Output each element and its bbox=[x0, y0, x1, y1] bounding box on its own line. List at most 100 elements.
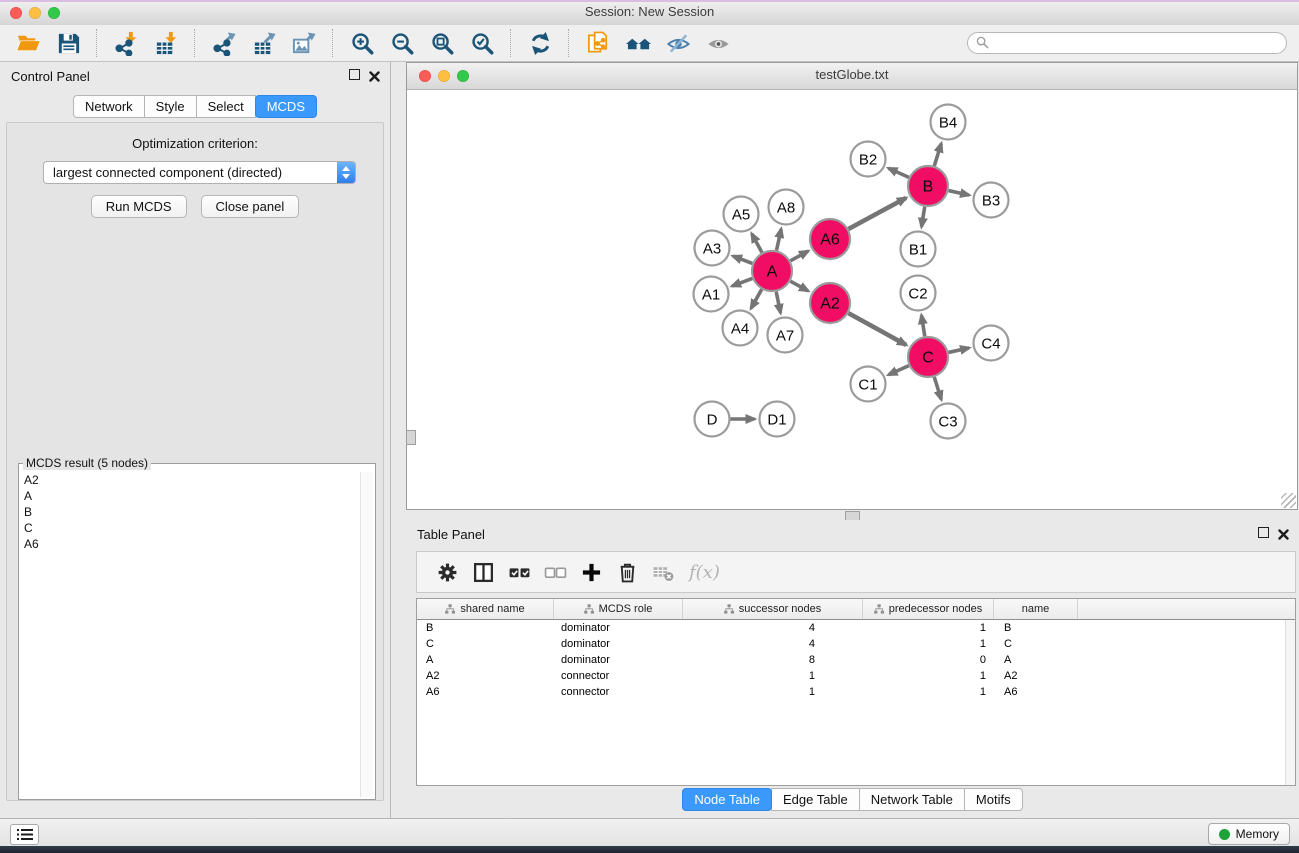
zoom-out-icon[interactable] bbox=[387, 29, 417, 57]
hide-details-icon[interactable] bbox=[663, 29, 693, 57]
refresh-icon[interactable] bbox=[525, 29, 555, 57]
network-canvas[interactable]: B4B2BB3A8A5A6A3B1AC2A1A2A4A7C4CC1DD1C3 bbox=[407, 90, 1297, 509]
zoom-in-icon[interactable] bbox=[347, 29, 377, 57]
zoom-selected-icon[interactable] bbox=[467, 29, 497, 57]
graph-node-A2[interactable] bbox=[810, 283, 850, 323]
tab-style[interactable]: Style bbox=[144, 95, 197, 118]
export-image-icon[interactable] bbox=[289, 29, 319, 57]
graph-node-A6[interactable] bbox=[810, 219, 850, 259]
tab-network[interactable]: Network bbox=[73, 95, 145, 118]
table-row[interactable]: Adominator80A bbox=[417, 652, 1295, 668]
graph-edge-A-A3[interactable] bbox=[733, 256, 752, 263]
graph-node-B1[interactable] bbox=[901, 232, 936, 267]
graph-node-C1[interactable] bbox=[851, 367, 886, 402]
function-builder-icon[interactable]: f(x) bbox=[689, 562, 720, 583]
tab-edge-table[interactable]: Edge Table bbox=[771, 788, 860, 811]
graph-edge-C-C4[interactable] bbox=[948, 348, 969, 353]
run-mcds-button[interactable]: Run MCDS bbox=[91, 195, 187, 218]
result-list-scrollbar[interactable] bbox=[360, 472, 373, 797]
tab-motifs[interactable]: Motifs bbox=[964, 788, 1023, 811]
criterion-select[interactable]: largest connected component (directed) bbox=[43, 161, 356, 184]
graph-node-B4[interactable] bbox=[931, 105, 966, 140]
graph-edge-B-B2[interactable] bbox=[889, 168, 909, 177]
graph-node-B2[interactable] bbox=[851, 142, 886, 177]
export-table-icon[interactable] bbox=[249, 29, 279, 57]
graph-edge-A-A2[interactable] bbox=[790, 281, 808, 291]
column-header-MCDS-role[interactable]: MCDS role bbox=[554, 599, 683, 619]
zoom-fit-icon[interactable] bbox=[427, 29, 457, 57]
show-details-icon[interactable] bbox=[703, 29, 733, 57]
column-header-successor-nodes[interactable]: successor nodes bbox=[683, 599, 863, 619]
memory-button[interactable]: Memory bbox=[1208, 823, 1290, 845]
tab-mcds[interactable]: MCDS bbox=[255, 95, 317, 118]
select-all-icon[interactable] bbox=[501, 557, 537, 587]
table-row[interactable]: Bdominator41B bbox=[417, 620, 1295, 636]
tab-network-table[interactable]: Network Table bbox=[859, 788, 965, 811]
column-header-predecessor-nodes[interactable]: predecessor nodes bbox=[863, 599, 994, 619]
canvas-left-splitter-handle[interactable] bbox=[406, 430, 416, 445]
home-icon[interactable] bbox=[623, 29, 653, 57]
graph-edge-B-B1[interactable] bbox=[922, 207, 925, 227]
graph-node-C2[interactable] bbox=[901, 276, 936, 311]
graph-node-C3[interactable] bbox=[931, 404, 966, 439]
graph-edge-C-C2[interactable] bbox=[921, 315, 924, 336]
table-row[interactable]: A2connector11A2 bbox=[417, 668, 1295, 684]
import-network-icon[interactable] bbox=[111, 29, 141, 57]
graph-edge-A-A5[interactable] bbox=[752, 234, 762, 253]
settings-icon[interactable] bbox=[429, 557, 465, 587]
tab-node-table[interactable]: Node Table bbox=[682, 788, 772, 811]
graph-node-B[interactable] bbox=[908, 166, 948, 206]
table-row[interactable]: Cdominator41C bbox=[417, 636, 1295, 652]
save-session-icon[interactable] bbox=[53, 29, 83, 57]
duplicate-network-icon[interactable] bbox=[583, 29, 613, 57]
graph-node-D[interactable] bbox=[695, 402, 730, 437]
graph-edge-B-B3[interactable] bbox=[948, 191, 969, 196]
float-table-panel-icon[interactable] bbox=[1258, 527, 1269, 538]
result-item[interactable]: A bbox=[21, 488, 360, 504]
graph-node-A4[interactable] bbox=[723, 311, 758, 346]
graph-edge-C-C3[interactable] bbox=[934, 377, 941, 399]
graph-edge-A2-C[interactable] bbox=[848, 313, 906, 345]
tab-select[interactable]: Select bbox=[196, 95, 256, 118]
table-row[interactable]: A6connector11A6 bbox=[417, 684, 1295, 700]
window-resize-grip[interactable] bbox=[1281, 493, 1296, 508]
column-header-name[interactable]: name bbox=[994, 599, 1078, 619]
graph-node-C[interactable] bbox=[908, 337, 948, 377]
column-header-shared-name[interactable]: shared name bbox=[417, 599, 554, 619]
graph-node-D1[interactable] bbox=[760, 402, 795, 437]
graph-node-A3[interactable] bbox=[695, 231, 730, 266]
table-scrollbar[interactable] bbox=[1285, 620, 1295, 785]
deselect-all-icon[interactable] bbox=[537, 557, 573, 587]
graph-edge-B-B4[interactable] bbox=[934, 143, 941, 165]
graph-node-A8[interactable] bbox=[769, 190, 804, 225]
task-history-button[interactable] bbox=[10, 824, 39, 845]
graph-node-C4[interactable] bbox=[974, 326, 1009, 361]
graph-edge-C-C1[interactable] bbox=[889, 366, 909, 375]
export-network-icon[interactable] bbox=[209, 29, 239, 57]
graph-edge-A-A7[interactable] bbox=[776, 292, 780, 313]
network-window-titlebar[interactable]: testGlobe.txt bbox=[407, 63, 1297, 90]
graph-node-B3[interactable] bbox=[974, 183, 1009, 218]
graph-node-A1[interactable] bbox=[694, 277, 729, 312]
show-columns-icon[interactable] bbox=[465, 557, 501, 587]
close-panel-button[interactable]: Close panel bbox=[201, 195, 300, 218]
delete-row-icon[interactable] bbox=[609, 557, 645, 587]
graph-edge-A-A8[interactable] bbox=[776, 229, 781, 251]
graph-node-A7[interactable] bbox=[768, 318, 803, 353]
result-item[interactable]: B bbox=[21, 504, 360, 520]
graph-node-A[interactable] bbox=[752, 251, 792, 291]
import-table-icon[interactable] bbox=[151, 29, 181, 57]
graph-edge-A-A4[interactable] bbox=[751, 289, 762, 308]
search-input[interactable] bbox=[967, 32, 1287, 54]
graph-node-A5[interactable] bbox=[724, 197, 759, 232]
result-item[interactable]: A2 bbox=[21, 472, 360, 488]
float-panel-icon[interactable] bbox=[349, 69, 360, 80]
result-item[interactable]: A6 bbox=[21, 536, 360, 552]
close-panel-icon[interactable] bbox=[369, 69, 380, 80]
delete-table-icon[interactable] bbox=[645, 557, 681, 587]
add-row-icon[interactable] bbox=[573, 557, 609, 587]
graph-edge-A6-B[interactable] bbox=[848, 198, 906, 229]
graph-edge-A-A6[interactable] bbox=[790, 251, 808, 261]
open-session-icon[interactable] bbox=[13, 29, 43, 57]
result-item[interactable]: C bbox=[21, 520, 360, 536]
